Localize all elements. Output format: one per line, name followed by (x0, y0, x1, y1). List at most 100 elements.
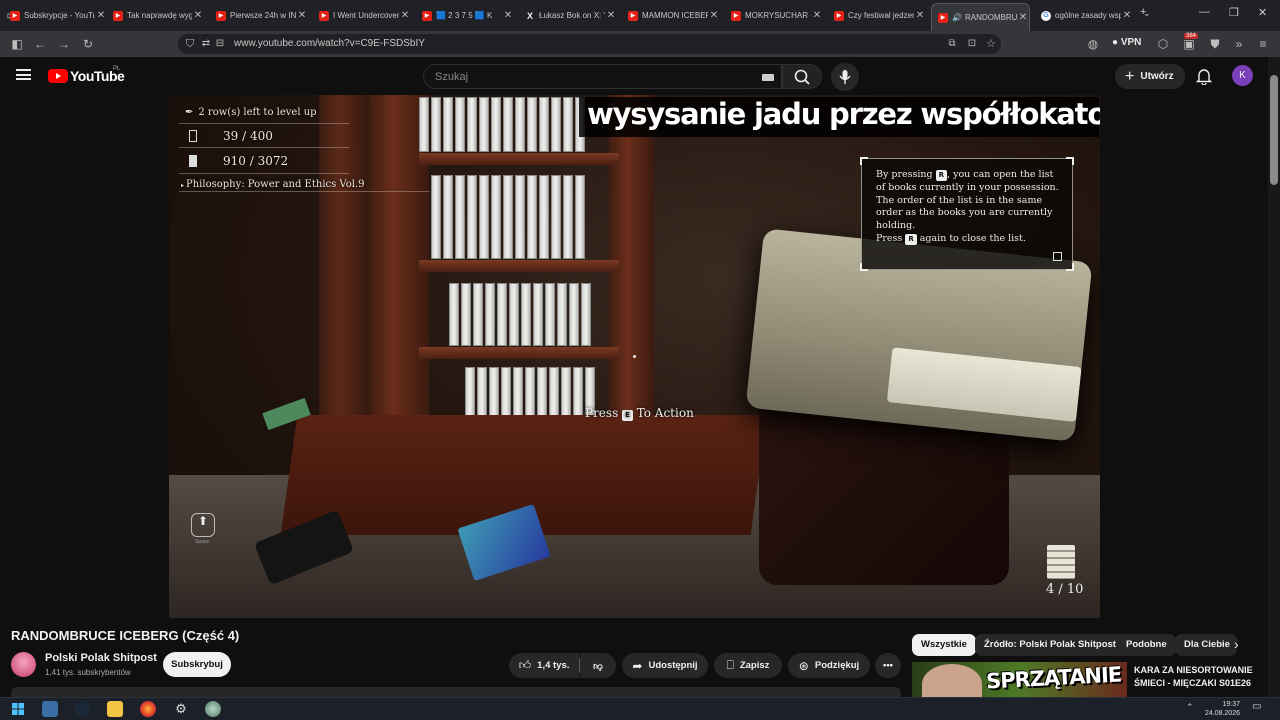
app-icon[interactable] (205, 701, 221, 717)
restore-icon[interactable]: ❐ (1229, 6, 1239, 19)
speaker-icon[interactable]: 🔊 (952, 13, 962, 22)
youtube-icon: ▶ (731, 10, 741, 21)
browser-tab[interactable]: ▶Tak naprawdę wygląda✕ (107, 4, 204, 27)
save-button[interactable]: ⎕ Zapisz (714, 653, 782, 678)
chip-related[interactable]: Podobne (1117, 634, 1176, 656)
create-button[interactable]: + Utwórz (1115, 64, 1185, 89)
browser-tab[interactable]: ▶ MOKRYSUCHAR - ✕ (725, 4, 823, 27)
share-button[interactable]: ➦ Udostępnij (622, 653, 708, 678)
more-extensions-icon[interactable]: » (1231, 36, 1247, 52)
notification-icon[interactable]: ▭ (1252, 702, 1261, 712)
subscribe-button[interactable]: Subskrybuj (163, 652, 231, 677)
tab-search-chevron-icon[interactable]: ⌄ (1143, 8, 1151, 19)
key-r-icon: R (905, 233, 917, 245)
settings-gear-icon[interactable]: ⚙ (173, 701, 189, 717)
close-icon[interactable]: ✕ (192, 10, 204, 21)
recommended-thumbnail[interactable]: SPRZĄTANIE (912, 662, 1127, 697)
forward-icon[interactable]: → (56, 36, 72, 52)
minimize-icon[interactable]: — (1199, 6, 1210, 18)
youtube-icon: ▶ (10, 10, 20, 21)
shelf (419, 153, 619, 165)
vpn-button[interactable]: ● VPN (1112, 37, 1141, 48)
browser-tab[interactable]: X Łukasz Bok on X: " ✕ (519, 4, 617, 27)
key-e-icon: E (622, 410, 633, 421)
page-scrollbar[interactable] (1268, 57, 1280, 697)
guide-menu-icon[interactable] (16, 69, 31, 80)
menu-icon[interactable]: ≡ (1255, 36, 1271, 52)
account-avatar[interactable]: K (1232, 65, 1253, 86)
bookmark-star-icon[interactable]: ☆ (983, 36, 999, 52)
close-icon[interactable]: ✕ (811, 10, 823, 21)
thanks-button[interactable]: ⊛ Podziękuj (788, 653, 870, 678)
clock[interactable]: 19:37 24.08.2026 (1200, 700, 1240, 718)
close-icon[interactable]: ✕ (399, 10, 411, 21)
browser-tab[interactable]: ▶Czy festiwal jedzenia✕ (828, 4, 926, 27)
browser-tab[interactable]: ▶ Pierwsze 24h w IN ✕ (210, 4, 308, 27)
window-close-icon[interactable]: ✕ (1258, 6, 1267, 19)
keyboard-icon[interactable] (762, 74, 774, 81)
chip-for-you[interactable]: Dla Ciebie (1175, 634, 1237, 656)
chip-all[interactable]: Wszystkie (912, 634, 976, 656)
frame-corner (1066, 157, 1074, 165)
close-icon[interactable]: ✕ (605, 10, 617, 21)
windows-start-icon[interactable] (10, 701, 26, 717)
channel-avatar[interactable] (11, 652, 36, 677)
video-player[interactable]: wysysanie jadu przez współłokatorke ✒ 2 r… (169, 95, 1100, 618)
more-actions-button[interactable]: ••• (875, 653, 901, 678)
shield-extension-icon[interactable]: ⛊ (1207, 36, 1223, 52)
steam-icon[interactable] (74, 701, 90, 717)
dislike-button[interactable]: 👎︎ (580, 653, 616, 678)
browser-tab[interactable]: ▶Subskrypcje - YouTube✕ (4, 4, 107, 27)
subscriber-count: 1,41 tys. subskrybentów (45, 668, 131, 677)
thumbnail-text: SPRZĄTANIE (985, 662, 1122, 694)
shield-icon[interactable]: ⛉ (182, 36, 198, 52)
description-box[interactable] (11, 687, 901, 697)
counter-books: 910 / 3072 (189, 154, 288, 168)
firefox-icon[interactable] (140, 701, 156, 717)
picture-in-picture-icon[interactable]: ⧉ (944, 36, 960, 52)
close-icon[interactable]: ✕ (502, 10, 514, 21)
extensions-icon[interactable]: ⬡ (1155, 36, 1171, 52)
address-input[interactable]: ⛉ ⇄ ⊟ www.youtube.com/watch?v=C9E-FSDSbI… (178, 34, 1001, 54)
screenshot-icon[interactable]: ⊡ (964, 36, 980, 52)
tray-chevron-icon[interactable]: ⌃ (1186, 703, 1194, 712)
close-icon[interactable]: ✕ (296, 10, 308, 21)
google-icon: G (1041, 10, 1051, 21)
close-icon[interactable]: ✕ (1017, 12, 1029, 23)
chevron-right-icon[interactable]: › (1234, 636, 1239, 652)
sidebar-toggle-icon[interactable]: ◧ (9, 36, 25, 52)
browser-tab[interactable]: ▶MAMMON ICEBERG✕ (622, 4, 720, 27)
close-icon[interactable]: ✕ (708, 10, 720, 21)
channel-name[interactable]: Polski Polak Shitpost (45, 652, 157, 664)
voice-search-button[interactable] (831, 63, 859, 91)
opera-shield-icon[interactable]: ◍ (1085, 36, 1101, 52)
search-button[interactable] (782, 64, 822, 89)
chip-source[interactable]: Źródło: Polski Polak Shitpost (975, 634, 1125, 656)
file-explorer-icon[interactable] (107, 701, 123, 717)
browser-tab-strip: ▭ ▶Subskrypcje - YouTube✕ ▶Tak naprawdę … (0, 0, 1280, 31)
reload-icon[interactable]: ↻ (80, 36, 96, 52)
browser-tab-active[interactable]: ▶🔊RANDOMBRUCE✕ (931, 3, 1030, 31)
recommended-title[interactable]: KARA ZA NIESORTOWANIE ŚMIECI - MIĘCZAKI … (1134, 664, 1264, 690)
divider (179, 147, 349, 148)
taskbar: ⚙ ⌃ 19:37 24.08.2026 ▭ (0, 697, 1280, 720)
notifications-button[interactable] (1195, 67, 1213, 86)
site-info-icon[interactable]: ⊟ (212, 36, 228, 52)
bookmark-icon: ⎕ (726, 658, 734, 672)
jump-arrow-icon: ⬆ (191, 513, 215, 537)
browser-tab[interactable]: ▶ 🟦 2 3 7 5 🟦 K ✕ (416, 4, 514, 27)
app-icon[interactable] (42, 701, 58, 717)
search-input[interactable]: Szukaj (423, 64, 782, 89)
browser-tab[interactable]: ▶ I Went Undercover ✕ (313, 4, 411, 27)
thanks-icon: ⊛ (798, 658, 809, 673)
scrollbar-thumb[interactable] (1270, 75, 1278, 185)
browser-tab[interactable]: Gogólne zasady wsp ✕ (1035, 4, 1133, 27)
thumbs-up-icon: 👍︎ (518, 658, 532, 672)
like-button[interactable]: 👍︎ 1,4 tys. (509, 653, 579, 678)
close-icon[interactable]: ✕ (914, 10, 926, 21)
frame-corner (860, 157, 868, 165)
checkbox-icon (1053, 252, 1062, 261)
close-icon[interactable]: ✕ (95, 10, 107, 21)
close-icon[interactable]: ✕ (1121, 10, 1133, 21)
back-icon[interactable]: ← (32, 36, 48, 52)
